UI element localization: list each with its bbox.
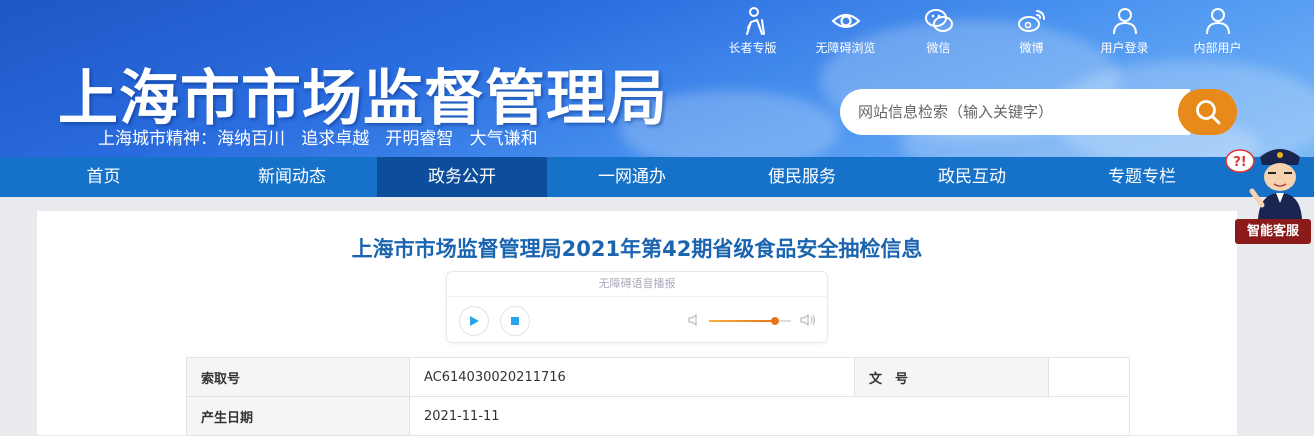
meta-value-index-number: AC614030020211716 [409,357,855,397]
accessible-browse-label: 无障碍浏览 [815,41,876,55]
main-nav: 首页 新闻动态 政务公开 一网通办 便民服务 政民互动 专题专栏 [0,157,1314,197]
search-button[interactable] [1178,89,1237,135]
article-meta-table: 索取号 AC614030020211716 文 号 产生日期 2021-11-1… [186,357,1130,436]
elder-version-label: 长者专版 [728,41,777,55]
nav-item-interaction[interactable]: 政民互动 [887,157,1057,197]
nav-item-gov-affairs[interactable]: 政务公开 [377,157,547,197]
nav-item-special-topics[interactable]: 专题专栏 [1057,157,1227,197]
user-login-label: 用户登录 [1100,41,1149,55]
table-row: 产生日期 2021-11-11 [186,396,1130,436]
internal-user-label: 内部用户 [1193,41,1242,55]
volume-low-icon[interactable] [687,313,701,327]
weibo-label: 微博 [1019,41,1044,55]
user-icon [1205,8,1230,35]
volume-slider-fill [709,320,775,322]
play-button[interactable] [459,306,489,336]
wechat-link[interactable]: 微信 [892,6,985,56]
stop-button[interactable] [500,306,530,336]
search-input[interactable] [856,102,1180,122]
elder-icon [745,7,765,35]
volume-high-icon[interactable] [799,313,817,327]
nav-item-one-network[interactable]: 一网通办 [547,157,717,197]
article-title: 上海市市场监督管理局2021年第42期省级食品安全抽检信息 [351,237,923,261]
eye-icon [830,13,861,29]
accessible-browse-link[interactable]: 无障碍浏览 [799,6,892,56]
user-login-link[interactable]: 用户登录 [1078,6,1171,56]
voice-player: 无障碍语音播报 [446,271,828,343]
site-header: 上海市市场监督管理局 上海城市精神：海纳百川 追求卓越 开明睿智 大气谦和 长者… [0,0,1314,157]
city-slogan: 上海城市精神：海纳百川 追求卓越 开明睿智 大气谦和 [98,129,538,149]
internal-user-link[interactable]: 内部用户 [1171,6,1264,56]
elder-version-link[interactable]: 长者专版 [706,6,799,56]
user-icon [1112,8,1137,35]
search-icon [1195,100,1220,125]
nav-item-public-service[interactable]: 便民服务 [717,157,887,197]
meta-key-index-number: 索取号 [186,357,410,397]
smart-service-button[interactable]: 智能客服 [1235,219,1311,244]
meta-value-date: 2021-11-11 [409,396,1130,436]
search-box [840,89,1190,135]
meta-value-document-number [1048,357,1130,397]
voice-player-label: 无障碍语音播报 [447,272,827,297]
nav-item-news[interactable]: 新闻动态 [207,157,377,197]
weibo-link[interactable]: 微博 [985,6,1078,56]
wechat-label: 微信 [926,41,951,55]
volume-slider-handle[interactable] [770,317,779,325]
play-icon [470,316,479,326]
nav-item-home[interactable]: 首页 [0,157,207,197]
stop-icon [511,317,519,325]
volume-slider[interactable] [709,317,791,325]
table-row: 索取号 AC614030020211716 文 号 [186,357,1130,397]
top-links: 长者专版 无障碍浏览 微信 微博 用户登录 内部用户 [706,6,1264,56]
article-panel: 上海市市场监督管理局2021年第42期省级食品安全抽检信息 无障碍语音播报 索取… [37,211,1237,436]
weibo-icon [1017,10,1045,32]
svg-text:?!: ?! [1233,155,1246,170]
meta-key-date: 产生日期 [186,396,410,436]
wechat-icon [924,9,953,32]
meta-key-document-number: 文 号 [854,357,1049,397]
